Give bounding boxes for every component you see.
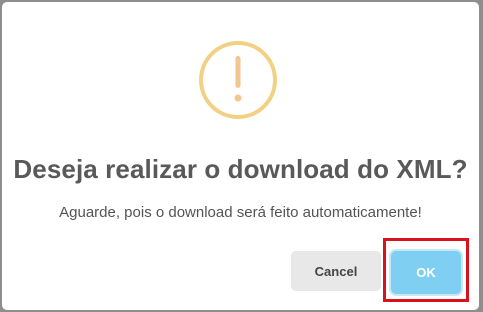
ok-button[interactable]: OK <box>391 251 461 294</box>
warning-exclamation-icon <box>199 41 277 119</box>
dialog-title: Deseja realizar o download do XML? <box>13 154 468 184</box>
confirm-dialog: Deseja realizar o download do XML? Aguar… <box>2 2 479 310</box>
dialog-message: Aguarde, pois o download será feito auto… <box>59 204 422 221</box>
cancel-button[interactable]: Cancel <box>291 251 381 291</box>
